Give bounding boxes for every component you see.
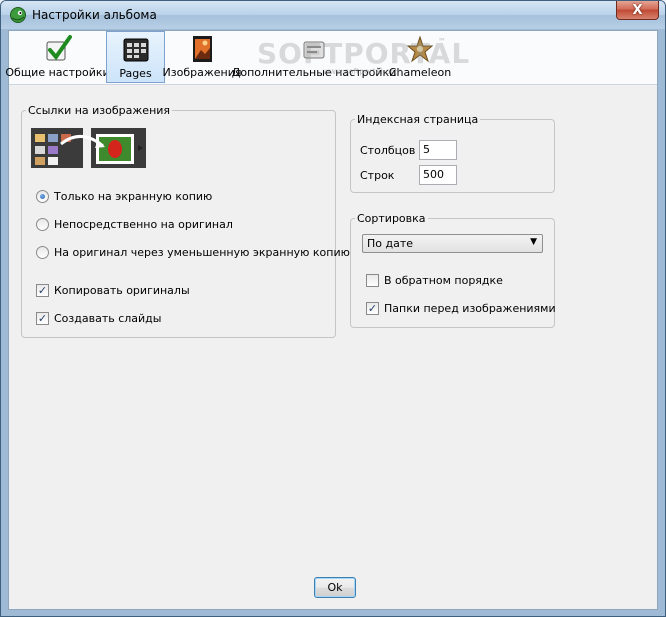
chameleon-icon	[406, 35, 434, 63]
checkmark-icon	[46, 35, 72, 61]
columns-label: Столбцов	[360, 144, 416, 157]
columns-input[interactable]: 5	[419, 140, 457, 160]
pages-icon	[123, 38, 148, 62]
checkbox-checked-icon[interactable]: ✓	[36, 312, 49, 325]
sorting-group-legend: Сортировка	[357, 212, 426, 225]
rows-input[interactable]: 500	[419, 165, 457, 185]
tab-images[interactable]: Изображения	[163, 31, 241, 83]
checkbox-reverse-order[interactable]: В обратном порядке	[366, 274, 503, 287]
tab-general-settings-label: Общие настройки	[5, 66, 110, 79]
window-title: Настройки альбома	[32, 8, 157, 22]
radio-button-icon[interactable]	[36, 190, 49, 203]
tab-chameleon-label: Chameleon	[388, 66, 452, 79]
toolbar: Общие настройки Pages Изображения Дополн…	[5, 31, 657, 85]
radio-direct-original[interactable]: Непосредственно на оригинал	[36, 218, 233, 231]
radio-screen-copy-label: Только на экранную копию	[54, 190, 213, 203]
tab-pages-label: Pages	[119, 67, 152, 80]
ok-button[interactable]: Ok	[314, 577, 356, 598]
settings-icon	[303, 41, 325, 59]
tab-pages[interactable]: Pages	[106, 31, 165, 83]
sort-dropdown-value: По дате	[367, 237, 414, 250]
checkbox-folders-first[interactable]: ✓ Папки перед изображениями	[366, 302, 556, 315]
image-icon	[193, 36, 212, 62]
checkbox-reverse-order-label: В обратном порядке	[384, 274, 503, 287]
sort-dropdown[interactable]: По дате ▼	[362, 234, 543, 253]
tab-images-label: Изображения	[162, 66, 242, 79]
radio-original-via-thumbnail-label: На оригинал через уменьшенную экранную к…	[54, 246, 350, 259]
chevron-down-icon: ▼	[530, 237, 537, 247]
tab-chameleon[interactable]: Chameleon	[388, 31, 452, 83]
index-page-group-legend: Индексная страница	[357, 113, 479, 126]
chameleon-app-icon	[10, 7, 26, 23]
tab-additional-settings[interactable]: Дополнительные настройки	[232, 31, 396, 83]
radio-original-via-thumbnail[interactable]: На оригинал через уменьшенную экранную к…	[36, 246, 350, 259]
close-icon: X	[632, 2, 643, 18]
title-bar[interactable]: Настройки альбома X	[1, 1, 665, 29]
radio-button-icon[interactable]	[36, 218, 49, 231]
checkbox-folders-first-label: Папки перед изображениями	[384, 302, 556, 315]
tab-general-settings[interactable]: Общие настройки	[5, 31, 110, 83]
radio-button-icon[interactable]	[36, 246, 49, 259]
checkbox-copy-originals[interactable]: ✓ Копировать оригиналы	[36, 284, 190, 297]
checkbox-checked-icon[interactable]: ✓	[36, 284, 49, 297]
checkbox-create-slides-label: Создавать слайды	[54, 312, 162, 325]
radio-direct-original-label: Непосредственно на оригинал	[54, 218, 233, 231]
dialog-window: Настройки альбома X Общие настройки Page…	[0, 0, 666, 617]
close-button[interactable]: X	[616, 1, 659, 20]
tab-additional-settings-label: Дополнительные настройки	[231, 66, 397, 79]
rows-label: Строк	[360, 169, 395, 182]
dialog-client-area: Общие настройки Pages Изображения Дополн…	[5, 30, 658, 610]
checkbox-create-slides[interactable]: ✓ Создавать слайды	[36, 312, 161, 325]
checkbox-copy-originals-label: Копировать оригиналы	[54, 284, 190, 297]
radio-screen-copy[interactable]: Только на экранную копию	[36, 190, 212, 203]
checkbox-checked-icon[interactable]: ✓	[366, 302, 379, 315]
links-group-legend: Ссылки на изображения	[28, 104, 171, 117]
checkbox-unchecked-icon[interactable]	[366, 274, 379, 287]
thumbnail-to-original-illustration	[31, 128, 146, 168]
